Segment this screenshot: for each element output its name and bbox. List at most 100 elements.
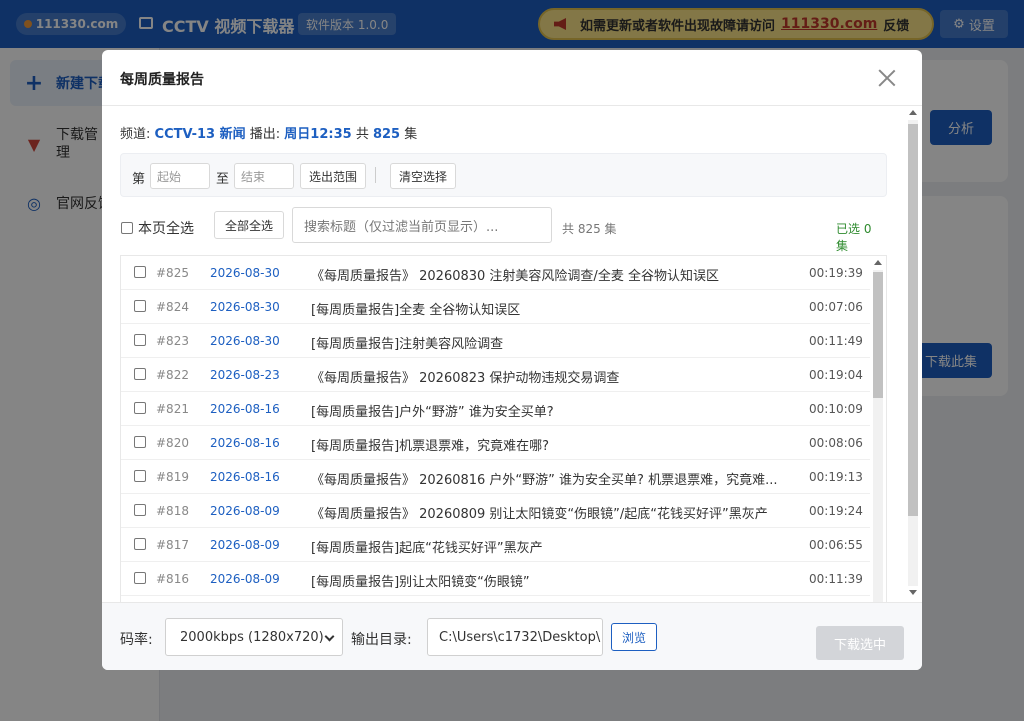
row-checkbox[interactable]	[134, 504, 146, 516]
episode-duration: 00:11:39	[809, 572, 863, 586]
episode-duration: 00:11:49	[809, 334, 863, 348]
row-checkbox[interactable]	[134, 436, 146, 448]
episode-title: [每周质量报告]注射美容风险调查	[311, 337, 504, 352]
table-row[interactable]: #823 2026-08-30 [每周质量报告]注射美容风险调查 00:11:4…	[121, 324, 870, 358]
episode-title: [每周质量报告]全麦 全谷物认知误区	[311, 303, 521, 318]
chevron-down-icon	[324, 631, 335, 642]
episode-date: 2026-08-23	[210, 368, 280, 382]
bitrate-value: 2000kbps (1280x720)	[180, 629, 324, 645]
episode-title: 《每周质量报告》 20260830 注射美容风险调查/全麦 全谷物认知误区	[311, 269, 719, 284]
air-label: 播出:	[249, 127, 281, 142]
episode-date: 2026-08-16	[210, 436, 280, 450]
output-dir-label: 输出目录:	[351, 632, 412, 648]
table-row[interactable]: #817 2026-08-09 [每周质量报告]起底“花钱买好评”黑灰产 00:…	[121, 528, 870, 562]
browse-button[interactable]: 浏览	[611, 623, 657, 651]
scroll-down-arrow-icon[interactable]	[909, 590, 917, 595]
episode-number: #823	[156, 334, 189, 348]
episode-title: [每周质量报告]机票退票难，究竟难在哪?	[311, 439, 550, 454]
table-row[interactable]: #818 2026-08-09 《每周质量报告》 20260809 别让太阳镜变…	[121, 494, 870, 528]
modal-title: 每周质量报告	[120, 72, 204, 88]
total-prefix: 共	[355, 127, 369, 142]
channel-info: 频道: CCTV-13 新闻 播出: 周日12:35 共 825 集	[120, 123, 417, 142]
row-checkbox[interactable]	[134, 368, 146, 380]
modal-scrollbar[interactable]	[906, 106, 920, 602]
episode-number: #825	[156, 266, 189, 280]
table-row[interactable]: #824 2026-08-30 [每周质量报告]全麦 全谷物认知误区 00:07…	[121, 290, 870, 324]
episode-duration: 00:19:13	[809, 470, 863, 484]
list-total: 共 825 集	[562, 222, 617, 236]
table-row[interactable]: #816 2026-08-09 [每周质量报告]别让太阳镜变“伤眼镜” 00:1…	[121, 562, 870, 596]
range-end-input[interactable]: 结束	[234, 163, 294, 189]
modal-body: 频道: CCTV-13 新闻 播出: 周日12:35 共 825 集 第 起始 …	[102, 106, 922, 602]
select-range-button[interactable]: 选出范围	[300, 163, 366, 189]
range-start-input[interactable]: 起始	[150, 163, 210, 189]
episode-title: 《每周质量报告》 20260809 别让太阳镜变“伤眼镜”/起底“花钱买好评”黑…	[311, 507, 768, 522]
episode-title: 《每周质量报告》 20260823 保护动物违规交易调查	[311, 371, 620, 386]
episode-date: 2026-08-09	[210, 572, 280, 586]
episode-title: [每周质量报告]户外“野游” 谁为安全买单?	[311, 405, 554, 420]
row-checkbox[interactable]	[134, 572, 146, 584]
download-selected-button[interactable]: 下载选中	[816, 626, 904, 660]
modal-footer: 码率: 2000kbps (1280x720) 输出目录: C:\Users\c…	[102, 602, 922, 670]
episode-number: #820	[156, 436, 189, 450]
air-time: 周日12:35	[284, 127, 352, 142]
episode-number: #819	[156, 470, 189, 484]
episode-number: #817	[156, 538, 189, 552]
scroll-up-arrow-icon[interactable]	[909, 110, 917, 115]
scroll-up-arrow-icon[interactable]	[874, 260, 882, 265]
episode-number: #824	[156, 300, 189, 314]
bitrate-label: 码率:	[120, 632, 153, 648]
episode-number: #822	[156, 368, 189, 382]
episode-date: 2026-08-09	[210, 504, 280, 518]
channel-label: 频道:	[120, 127, 151, 142]
select-page-all-checkbox[interactable]	[121, 222, 133, 234]
channel-name: CCTV-13 新闻	[154, 127, 246, 142]
episode-date: 2026-08-30	[210, 266, 280, 280]
row-checkbox[interactable]	[134, 470, 146, 482]
episode-number: #821	[156, 402, 189, 416]
table-row[interactable]: #822 2026-08-23 《每周质量报告》 20260823 保护动物违规…	[121, 358, 870, 392]
episode-date: 2026-08-30	[210, 300, 280, 314]
episode-duration: 00:19:04	[809, 368, 863, 382]
bitrate-select[interactable]: 2000kbps (1280x720)	[165, 618, 343, 656]
table-row[interactable]: #821 2026-08-16 [每周质量报告]户外“野游” 谁为安全买单? 0…	[121, 392, 870, 426]
selection-toolbar: 本页全选 全部全选 搜索标题（仅过滤当前页显示）... 共 825 集 已选 0…	[120, 207, 887, 253]
select-all-button[interactable]: 全部全选	[214, 211, 284, 239]
clear-selection-button[interactable]: 清空选择	[390, 163, 456, 189]
table-row[interactable]: #819 2026-08-16 《每周质量报告》 20260816 户外“野游”…	[121, 460, 870, 494]
output-dir-input[interactable]: C:\Users\c1732\Desktop\	[427, 618, 603, 656]
table-row[interactable]: #820 2026-08-16 [每周质量报告]机票退票难，究竟难在哪? 00:…	[121, 426, 870, 460]
list-scrollbar[interactable]	[871, 256, 885, 602]
total-suffix: 集	[404, 127, 418, 142]
episode-duration: 00:10:09	[809, 402, 863, 416]
total-count: 825	[372, 127, 401, 142]
table-row[interactable]: #825 2026-08-30 《每周质量报告》 20260830 注射美容风险…	[121, 256, 870, 290]
range-to-label: 至	[216, 172, 230, 187]
row-checkbox[interactable]	[134, 266, 146, 278]
episode-date: 2026-08-30	[210, 334, 280, 348]
episode-number: #818	[156, 504, 189, 518]
episode-date: 2026-08-16	[210, 402, 280, 416]
episode-duration: 00:06:55	[809, 538, 863, 552]
scroll-thumb[interactable]	[908, 124, 918, 516]
row-checkbox[interactable]	[134, 402, 146, 414]
close-icon[interactable]	[878, 69, 896, 87]
episode-title: 《每周质量报告》 20260816 户外“野游” 谁为安全买单? 机票退票难，究…	[311, 473, 778, 488]
search-input[interactable]: 搜索标题（仅过滤当前页显示）...	[292, 207, 552, 243]
row-checkbox[interactable]	[134, 334, 146, 346]
scroll-thumb[interactable]	[873, 272, 883, 398]
episode-duration: 00:19:24	[809, 504, 863, 518]
range-from-label: 第	[132, 172, 146, 187]
episode-list: #825 2026-08-30 《每周质量报告》 20260830 注射美容风险…	[120, 255, 887, 602]
select-page-all[interactable]: 本页全选	[121, 218, 194, 238]
selected-count: 已选 0 集	[836, 222, 872, 253]
row-checkbox[interactable]	[134, 538, 146, 550]
episode-number: #816	[156, 572, 189, 586]
row-checkbox[interactable]	[134, 300, 146, 312]
episode-duration: 00:19:39	[809, 266, 863, 280]
episode-title: [每周质量报告]别让太阳镜变“伤眼镜”	[311, 575, 530, 590]
episode-date: 2026-08-09	[210, 538, 280, 552]
episode-date: 2026-08-16	[210, 470, 280, 484]
range-selector: 第 起始 至 结束 选出范围 清空选择	[120, 153, 887, 197]
modal-header: 每周质量报告	[102, 50, 922, 106]
